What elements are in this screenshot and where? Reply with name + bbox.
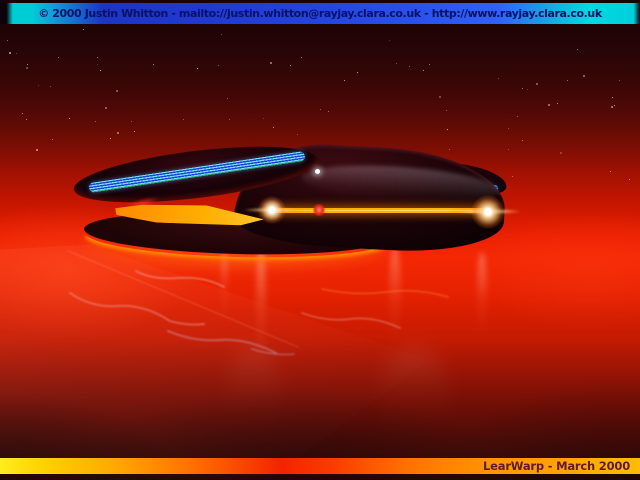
spaceship bbox=[0, 0, 640, 480]
red-marker-light bbox=[313, 204, 325, 216]
engine-flare bbox=[258, 196, 286, 224]
footer-banner: LearWarp - March 2000 bbox=[0, 458, 640, 474]
header-banner: © 2000 Justin Whitton - mailto://justin.… bbox=[0, 3, 640, 24]
copyright-text: © 2000 Justin Whitton - mailto://justin.… bbox=[38, 7, 602, 20]
white-beacon-light bbox=[315, 169, 320, 174]
render-canvas: © 2000 Justin Whitton - mailto://justin.… bbox=[0, 0, 640, 480]
nose-flare bbox=[471, 195, 505, 229]
engine-stripe-core bbox=[270, 210, 486, 212]
title-date-text: LearWarp - March 2000 bbox=[483, 459, 630, 473]
